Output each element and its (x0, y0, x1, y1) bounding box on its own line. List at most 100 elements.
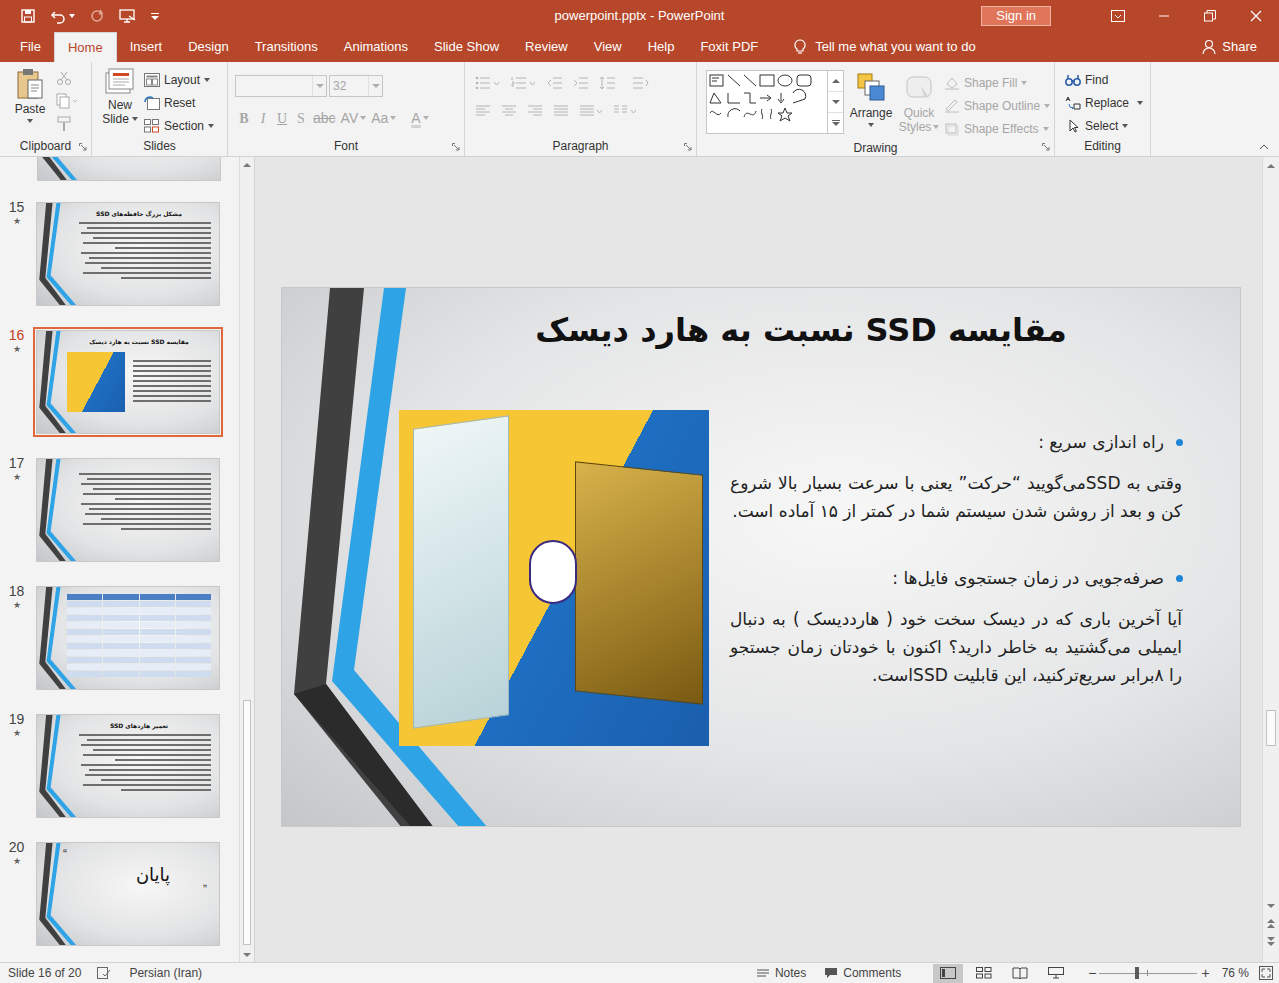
dialog-launcher-icon[interactable] (452, 143, 460, 151)
ribbon-display-options[interactable] (1095, 0, 1141, 32)
close-icon[interactable] (1250, 10, 1262, 22)
spelling-check-icon[interactable] (97, 967, 111, 979)
reset-button[interactable]: Reset (144, 91, 214, 114)
save-icon[interactable] (20, 8, 36, 24)
previous-slide-button[interactable] (1263, 914, 1279, 932)
slide-thumbnail[interactable]: 20★“پایان„ (0, 839, 239, 949)
ribbon-tab[interactable]: Design (175, 32, 241, 62)
align-left-icon[interactable] (475, 104, 491, 118)
next-slide-button[interactable] (1263, 932, 1279, 950)
share-button[interactable]: Share (1202, 32, 1279, 62)
restore-button[interactable] (1187, 0, 1233, 32)
slide-title[interactable]: مقایسه SSD نسبت به هارد دیسک (482, 308, 1120, 352)
ribbon-tab[interactable]: Home (54, 32, 117, 62)
font-format-button[interactable]: S (292, 108, 310, 128)
shape-command[interactable]: Shape Fill (944, 71, 1050, 94)
slide-thumbnail[interactable]: 19★تعمیر هاردهای SSD (0, 711, 239, 821)
align-right-icon[interactable] (527, 104, 543, 118)
ribbon-tab[interactable]: Transitions (242, 32, 331, 62)
undo-button[interactable] (50, 8, 75, 24)
shapes-gallery[interactable] (706, 70, 844, 134)
undo-icon[interactable] (50, 8, 66, 24)
ribbon-tab[interactable]: Insert (117, 32, 176, 62)
slide-thumbnail[interactable]: 16★مقایسه SSD نسبت به هارد دیسک (0, 327, 239, 437)
slide-bullet[interactable]: صرفه‌جویی در زمان جستجوی فایل‌ها :آیا آخ… (730, 565, 1182, 689)
select-button[interactable]: Select (1065, 114, 1150, 137)
slide-picture[interactable] (399, 410, 709, 746)
copy-icon[interactable] (56, 93, 78, 109)
zoom-level[interactable]: 76 % (1222, 964, 1249, 982)
dialog-launcher-icon[interactable] (1042, 143, 1050, 151)
replace-button[interactable]: Replace (1065, 91, 1150, 114)
justify-icon[interactable] (553, 104, 569, 118)
view-button[interactable] (1041, 964, 1071, 983)
align-center-icon[interactable] (501, 104, 517, 118)
paste-button[interactable]: Paste (10, 68, 50, 138)
bullets-icon[interactable] (475, 76, 501, 90)
comments-button[interactable]: Comments (812, 964, 913, 982)
ribbon-options-icon[interactable] (1111, 10, 1125, 22)
arrange-button[interactable]: Arrange (848, 70, 894, 140)
find-button[interactable]: Find (1065, 68, 1150, 91)
columns-icon[interactable] (613, 104, 637, 118)
increase-indent-icon[interactable] (573, 76, 589, 90)
dialog-launcher-icon[interactable] (79, 143, 87, 151)
zoom-thumb[interactable] (1135, 967, 1139, 979)
slide-thumbnail[interactable]: 17★ (0, 455, 239, 565)
panel-scrollbar[interactable] (239, 157, 254, 962)
ribbon-tab[interactable]: File (7, 32, 54, 62)
slide[interactable]: مقایسه SSD نسبت به هارد دیسک راه اندازی … (281, 287, 1241, 827)
shape-command[interactable]: Shape Outline (944, 94, 1050, 117)
scrollbar-thumb[interactable] (1266, 710, 1276, 746)
shape-command[interactable]: Shape Effects (944, 117, 1050, 140)
zoom-in-button[interactable]: + (1197, 963, 1213, 983)
redo-icon[interactable] (89, 8, 105, 24)
customize-toolbar-icon[interactable] (151, 13, 159, 20)
cut-icon[interactable] (56, 70, 72, 86)
font-format-button[interactable]: abc (311, 108, 338, 128)
view-button[interactable] (1005, 964, 1035, 983)
distributed-icon[interactable] (579, 104, 603, 118)
ribbon-tab[interactable]: View (581, 32, 635, 62)
slide-thumbnail[interactable]: 15★مشکل بزرگ حافظه‌های SSD (0, 199, 239, 309)
fit-slide-icon[interactable] (1259, 966, 1273, 980)
ribbon-tab[interactable]: Slide Show (421, 32, 512, 62)
font-format-button[interactable]: U (273, 108, 291, 128)
editor-scrollbar[interactable] (1262, 157, 1279, 962)
slide-bullet[interactable]: راه اندازی سریع :وقتی به SSDمی‌گویید “حر… (730, 429, 1182, 525)
slide-text-box[interactable]: راه اندازی سریع :وقتی به SSDمی‌گویید “حر… (730, 429, 1182, 729)
sign-in-button[interactable]: Sign in (981, 6, 1051, 26)
tell-me-box[interactable]: Tell me what you want to do (793, 32, 975, 62)
notes-button[interactable]: Notes (750, 964, 812, 982)
slide-thumbnail[interactable]: 18★ (0, 583, 239, 693)
view-button[interactable] (969, 964, 999, 983)
slide-thumbnail[interactable] (0, 157, 239, 181)
font-format-button[interactable]: A (409, 108, 430, 128)
view-button[interactable] (933, 964, 963, 983)
close-button[interactable] (1233, 0, 1279, 32)
start-slideshow-icon[interactable] (119, 8, 137, 24)
font-size-field[interactable]: 32 (329, 75, 383, 97)
font-format-button[interactable]: Aa (369, 108, 398, 128)
ribbon-tab[interactable]: Review (512, 32, 581, 62)
language-indicator[interactable]: Persian (Iran) (129, 964, 202, 982)
font-format-button[interactable]: AV (339, 108, 369, 128)
ribbon-tab[interactable]: Help (635, 32, 688, 62)
decrease-indent-icon[interactable] (547, 76, 563, 90)
dialog-launcher-icon[interactable] (684, 143, 692, 151)
format-painter-icon[interactable] (56, 116, 72, 132)
zoom-slider[interactable] (1099, 967, 1197, 979)
minimize-button[interactable] (1141, 0, 1187, 32)
quick-styles-button[interactable]: Quick Styles (898, 70, 940, 140)
zoom-out-button[interactable]: − (1085, 963, 1099, 983)
shapes-icon[interactable] (707, 71, 827, 133)
line-spacing-icon[interactable] (599, 76, 621, 90)
text-direction-icon[interactable] (631, 76, 653, 90)
ribbon-tab[interactable]: Animations (331, 32, 421, 62)
collapse-ribbon-icon[interactable] (1259, 144, 1269, 150)
font-format-button[interactable]: B (235, 108, 253, 128)
font-format-button[interactable]: I (254, 108, 272, 128)
numbering-icon[interactable] (511, 76, 537, 90)
new-slide-button[interactable]: New Slide (102, 68, 138, 138)
section-button[interactable]: Section (144, 114, 214, 137)
